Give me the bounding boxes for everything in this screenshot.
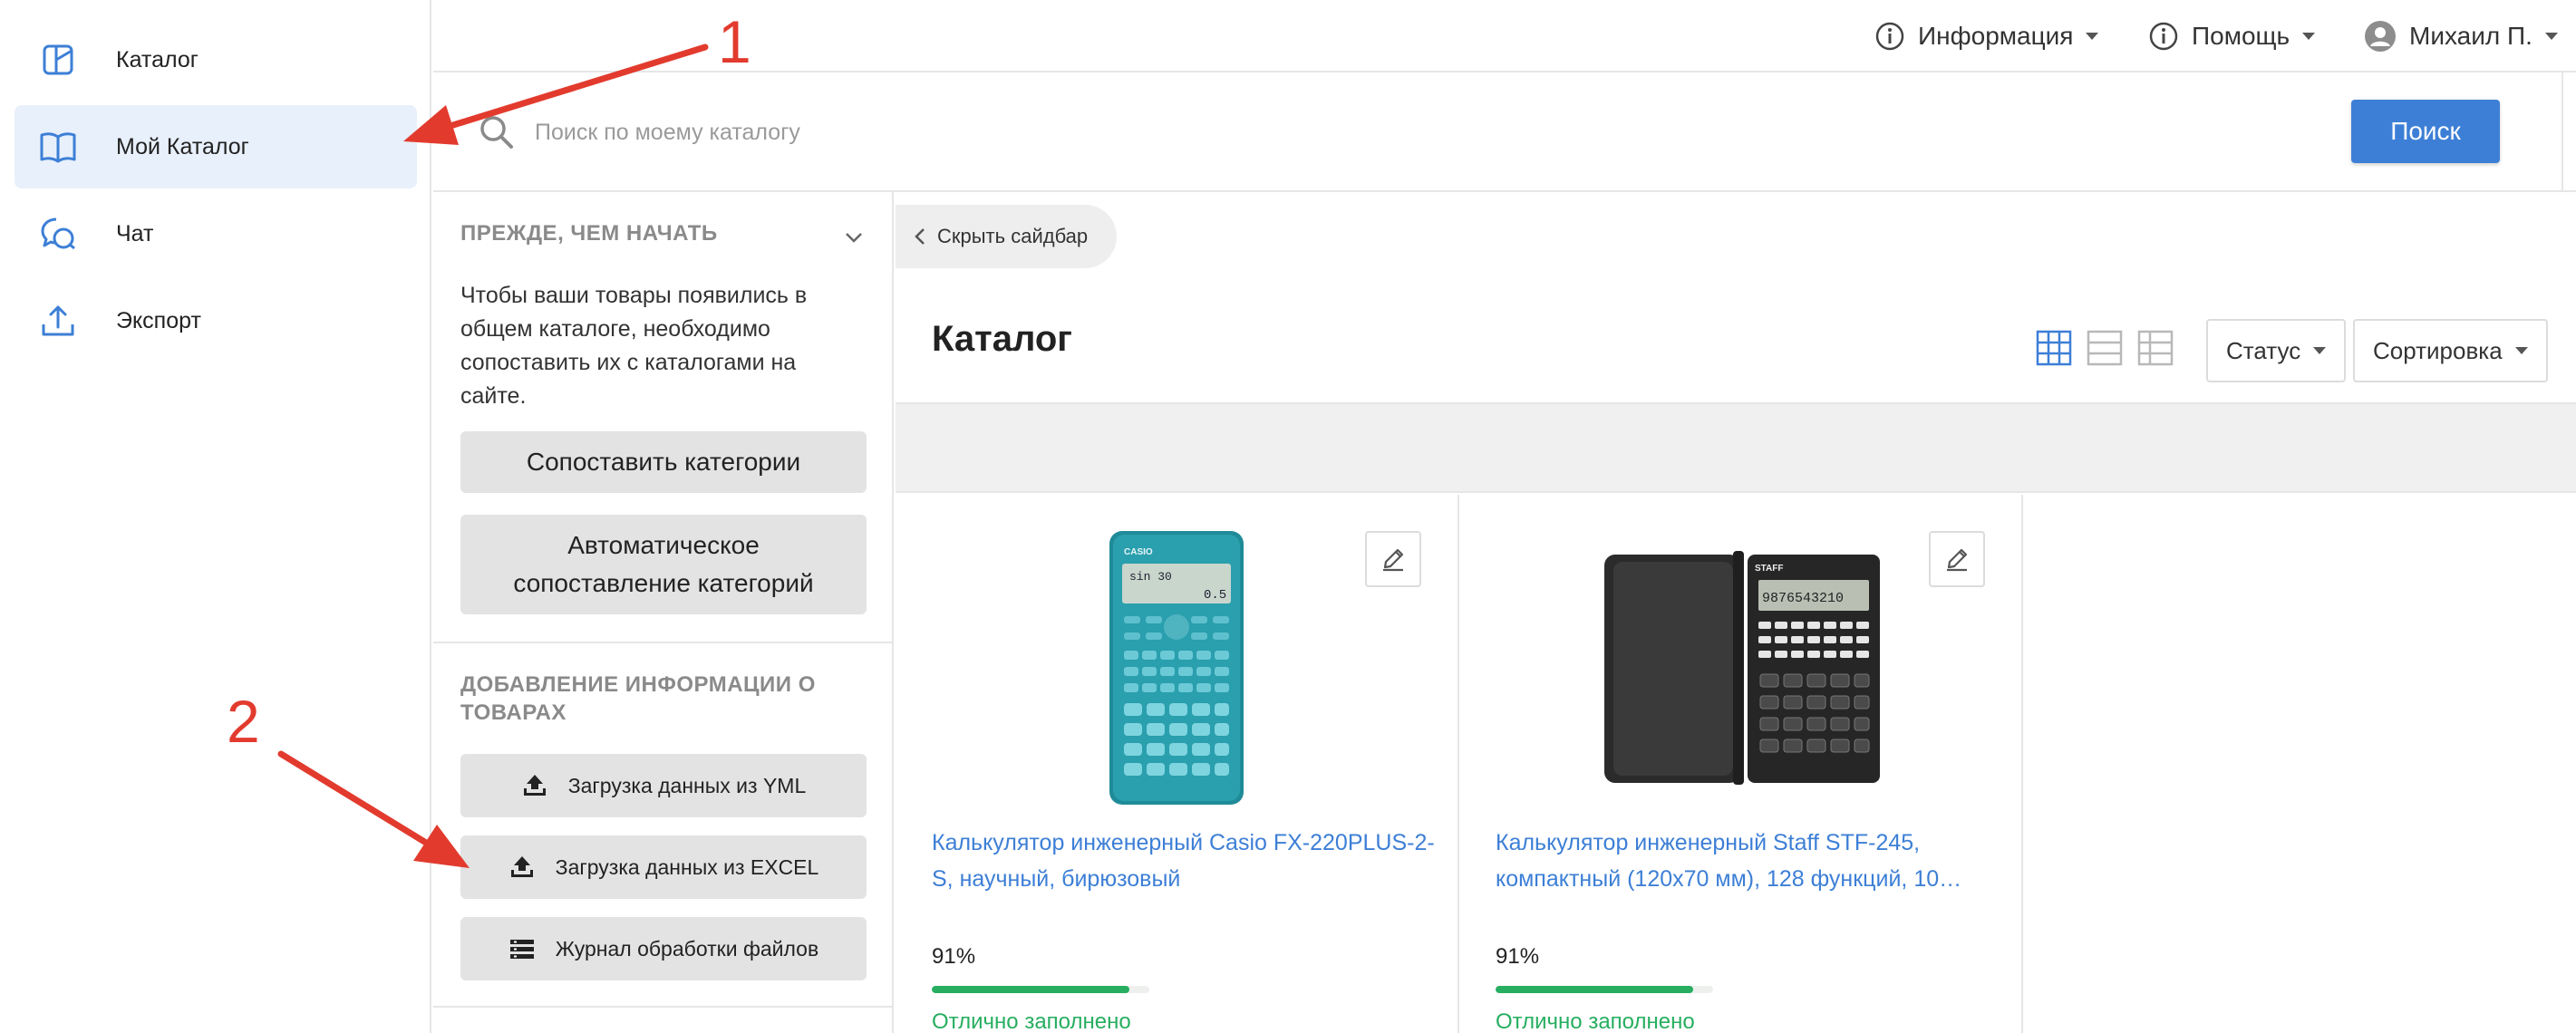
search-input[interactable]: [535, 105, 1804, 159]
chevron-left-icon: [915, 228, 925, 245]
list-view-icon[interactable]: [2087, 330, 2123, 366]
grid-view-icon[interactable]: [2036, 330, 2072, 366]
product-title-link[interactable]: Калькулятор инженерный Staff STF-245, ко…: [1496, 825, 2003, 897]
chevron-down-icon[interactable]: [843, 227, 865, 248]
nav-item-label: Чат: [116, 220, 154, 246]
info-icon: [2149, 22, 2178, 51]
nav-item-my-catalog[interactable]: Мой Каталог: [15, 105, 417, 188]
svg-text:CASIO: CASIO: [1124, 547, 1153, 557]
annotation-number-2: 2: [227, 688, 260, 755]
divider: [433, 1006, 892, 1008]
help-menu[interactable]: Помощь: [2148, 0, 2316, 72]
section-heading-add-info: ДОБАВЛЕНИЕ ИНФОРМАЦИИ О ТОВАРАХ: [460, 672, 816, 725]
pencil-icon: [1383, 548, 1404, 572]
status-filter-label: Статус: [2226, 336, 2301, 364]
catalog-main: Скрыть сайдбар Каталог Статус Сортировка…: [896, 192, 2576, 1033]
list-icon: [509, 940, 534, 959]
svg-text:0.5: 0.5: [1204, 588, 1226, 603]
chat-icon: [41, 217, 75, 250]
svg-text:9876543210: 9876543210: [1762, 591, 1844, 606]
upload-excel-label: Загрузка данных из EXCEL: [555, 854, 819, 879]
chevron-down-icon: [2302, 33, 2316, 40]
hide-sidebar-button[interactable]: Скрыть сайдбар: [896, 205, 1118, 268]
map-categories-button[interactable]: Сопоставить категории: [460, 431, 867, 493]
annotation-number-1: 1: [718, 8, 751, 75]
info-menu[interactable]: Информация: [1874, 0, 2099, 72]
sort-label: Сортировка: [2373, 336, 2503, 364]
edit-product-button[interactable]: [1365, 531, 1421, 587]
nav-item-export[interactable]: Экспорт: [15, 279, 417, 362]
left-nav: Каталог Мой Каталог Чат Экспорт: [0, 0, 431, 1033]
chevron-down-icon: [2544, 33, 2558, 40]
top-bar: Информация Помощь Михаил П.: [433, 0, 2576, 72]
sort-dropdown[interactable]: Сортировка: [2353, 319, 2548, 382]
file-log-label: Журнал обработки файлов: [555, 936, 819, 961]
status-filter-dropdown[interactable]: Статус: [2206, 319, 2347, 382]
product-card[interactable]: STAFF 9876543210 Калькулятор инженерный …: [1459, 495, 2023, 1033]
divider: [2561, 72, 2563, 192]
section-heading-before-start: ПРЕЖДЕ, ЧЕМ НАЧАТЬ: [460, 221, 718, 246]
page-title: Каталог: [932, 319, 1072, 359]
upload-yml-button[interactable]: Загрузка данных из YML: [460, 754, 867, 817]
book-icon: [40, 132, 76, 163]
edit-product-button[interactable]: [1929, 531, 1985, 587]
user-name: Михаил П.: [2409, 22, 2532, 50]
svg-text:sin 30: sin 30: [1129, 570, 1172, 584]
pencil-icon: [1947, 548, 1968, 572]
nav-item-label: Экспорт: [116, 307, 201, 333]
nav-item-label: Мой Каталог: [116, 133, 249, 159]
completeness-status: Отлично заполнено: [1496, 1009, 1695, 1033]
help-menu-label: Помощь: [2192, 22, 2290, 50]
table-view-icon[interactable]: [2137, 330, 2174, 366]
export-icon: [42, 305, 74, 336]
completeness-percent: 91%: [1496, 944, 1540, 969]
search-bar: Поиск: [433, 72, 2576, 192]
completeness-status: Отлично заполнено: [932, 1009, 1131, 1033]
search-button[interactable]: Поиск: [2351, 100, 2500, 163]
svg-text:STAFF: STAFF: [1755, 564, 1783, 574]
info-icon: [1875, 22, 1904, 51]
completeness-bar: [1496, 986, 1713, 993]
upload-icon: [510, 856, 533, 877]
nav-item-chat[interactable]: Чат: [15, 192, 417, 275]
hide-sidebar-label: Скрыть сайдбар: [937, 225, 1089, 247]
nav-item-label: Каталог: [116, 46, 199, 72]
upload-icon: [523, 775, 546, 796]
completeness-bar: [932, 986, 1149, 993]
auto-map-categories-button[interactable]: Автоматическое сопоставление категорий: [460, 515, 867, 614]
intro-text: Чтобы ваши товары появились в общем ката…: [460, 283, 808, 409]
user-avatar-icon: [2365, 21, 2396, 52]
nav-item-catalog[interactable]: Каталог: [15, 18, 417, 101]
catalog-sidebar: ПРЕЖДЕ, ЧЕМ НАЧАТЬ Чтобы ваши товары поя…: [433, 192, 894, 1033]
completeness-bar-fill: [932, 986, 1130, 993]
catalog-icon: [43, 44, 73, 75]
chevron-down-icon: [2514, 347, 2528, 354]
upload-excel-button[interactable]: Загрузка данных из EXCEL: [460, 835, 867, 899]
completeness-percent: 91%: [932, 944, 976, 969]
completeness-bar-fill: [1496, 986, 1694, 993]
chevron-down-icon: [2086, 33, 2099, 40]
upload-yml-label: Загрузка данных из YML: [567, 773, 807, 797]
chevron-down-icon: [2313, 347, 2327, 354]
file-log-button[interactable]: Журнал обработки файлов: [460, 917, 867, 980]
search-icon: [480, 116, 513, 149]
product-title-link[interactable]: Калькулятор инженерный Casio FX-220PLUS-…: [932, 825, 1439, 897]
filter-band: [896, 402, 2576, 493]
divider: [433, 642, 892, 643]
info-menu-label: Информация: [1918, 22, 2074, 50]
user-menu[interactable]: Михаил П.: [2364, 0, 2558, 72]
product-card[interactable]: CASIO sin 30 0.5 Калькулятор инженерный …: [896, 495, 1459, 1033]
